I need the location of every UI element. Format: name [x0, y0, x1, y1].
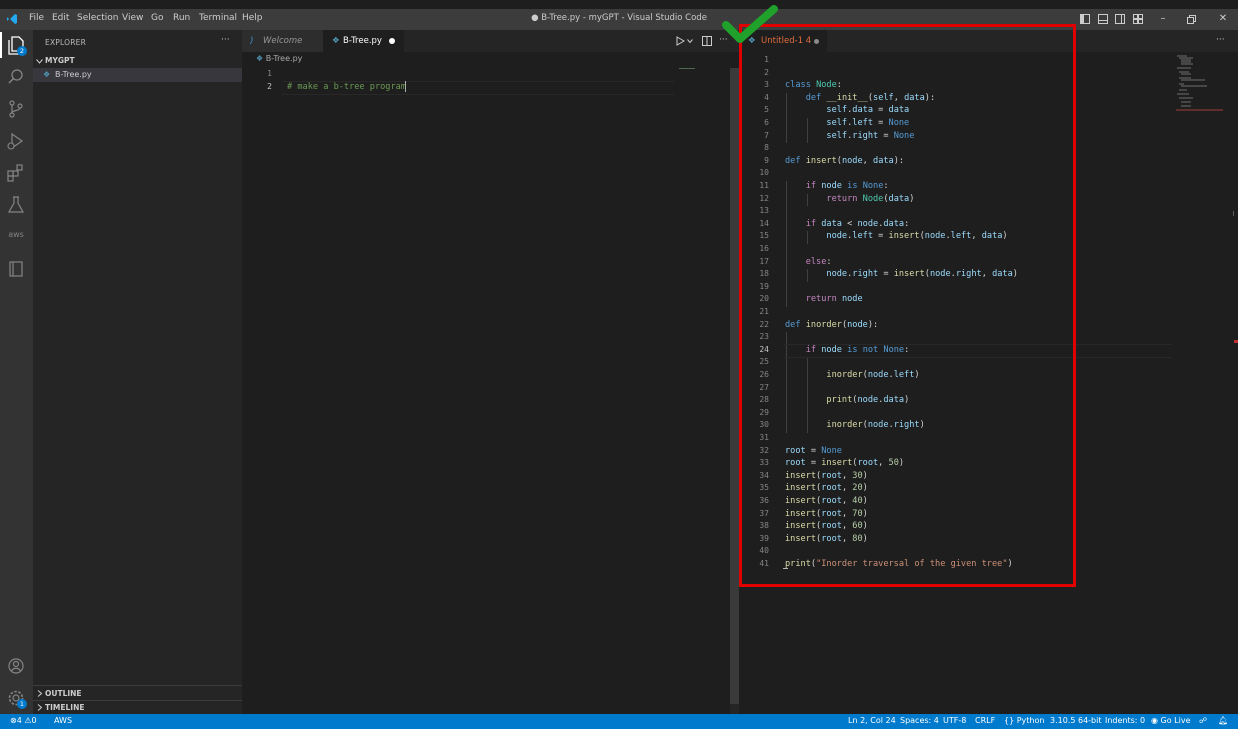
- python-interpreter[interactable]: 3.10.5 64-bit: [1050, 716, 1102, 725]
- scrollbar-marker: [1233, 211, 1234, 216]
- error-marker: [1234, 340, 1238, 343]
- divider: [33, 685, 242, 686]
- python-file-icon: ❖: [43, 70, 51, 79]
- tab-welcome[interactable]: ⟩ Welcome: [242, 30, 323, 52]
- tab-bar: ⟩ Welcome ❖ B-Tree.py ···: [242, 30, 739, 52]
- cursor-position[interactable]: Ln 2, Col 24: [848, 716, 896, 725]
- toggle-panel-icon[interactable]: [1098, 14, 1108, 24]
- minimize-icon[interactable]: –: [1156, 12, 1170, 26]
- file-label: B-Tree.py: [55, 70, 92, 79]
- restore-icon[interactable]: [1187, 15, 1196, 24]
- python-file-icon: ❖: [332, 36, 340, 46]
- tab-b-tree[interactable]: ❖ B-Tree.py: [323, 30, 404, 52]
- minimap[interactable]: [679, 68, 695, 69]
- chevron-right-icon: [37, 704, 43, 711]
- checkmark-icon: [722, 5, 778, 43]
- indentation[interactable]: Spaces: 4: [900, 716, 939, 725]
- file-b-tree[interactable]: ❖ B-Tree.py: [33, 68, 242, 82]
- problems-indicator[interactable]: ⊗4 ⚠0: [10, 716, 37, 725]
- line-ending[interactable]: CRLF: [975, 716, 995, 725]
- editor-more-button[interactable]: ···: [1216, 35, 1225, 45]
- search-icon[interactable]: [5, 66, 27, 88]
- breadcrumb-file: B-Tree.py: [265, 54, 303, 63]
- timeline-label: TIMELINE: [45, 703, 85, 712]
- active-indicator: [0, 32, 2, 58]
- customize-layout-icon[interactable]: [1133, 14, 1143, 24]
- scrollbar[interactable]: [730, 68, 739, 714]
- window-title: ● B-Tree.py - myGPT - Visual Studio Code: [531, 13, 707, 23]
- outline-label: OUTLINE: [45, 689, 82, 698]
- chevron-right-icon: [37, 690, 43, 697]
- python-file-icon: ❖: [256, 54, 264, 63]
- extensions-icon[interactable]: [5, 162, 27, 184]
- explorer-badge: 2: [17, 46, 27, 56]
- status-bar: ⊗4 ⚠0 AWS Ln 2, Col 24 Spaces: 4 UTF-8 C…: [0, 714, 1238, 729]
- line-number: 2: [267, 82, 272, 91]
- folder-mygpt[interactable]: MYGPT: [33, 54, 242, 68]
- account-icon[interactable]: [5, 655, 27, 677]
- timeline-section[interactable]: TIMELINE: [33, 701, 242, 714]
- language-mode[interactable]: {} Python: [1004, 716, 1044, 725]
- activity-bar: 2 aws 1: [0, 30, 33, 714]
- testing-icon[interactable]: [5, 194, 27, 216]
- explorer-sidebar: EXPLORER ··· MYGPT ❖ B-Tree.py OUTLINE T…: [33, 30, 242, 714]
- go-live-label: Go Live: [1160, 716, 1191, 725]
- encoding[interactable]: UTF-8: [943, 716, 966, 725]
- highlight-box: [739, 24, 1076, 587]
- vscode-icon: ⟩: [250, 36, 254, 46]
- chevron-down-icon[interactable]: [687, 39, 693, 44]
- minimap[interactable]: [1175, 52, 1225, 112]
- go-live-button[interactable]: ◉ Go Live: [1151, 716, 1191, 725]
- run-debug-icon[interactable]: [5, 130, 27, 152]
- sidebar-more-button[interactable]: ···: [221, 35, 230, 45]
- split-editor-icon[interactable]: [702, 36, 712, 46]
- toggle-sidebar-icon[interactable]: [1080, 14, 1090, 24]
- notebook-icon[interactable]: [5, 258, 27, 280]
- warning-count: 0: [31, 716, 37, 725]
- editor-group-left: ⟩ Welcome ❖ B-Tree.py ··· ❖ B-Tree.py 1 …: [242, 30, 739, 714]
- language-label: Python: [1016, 716, 1045, 725]
- settings-badge: 1: [17, 699, 27, 709]
- source-control-icon[interactable]: [5, 98, 27, 120]
- line-number: 1: [267, 69, 272, 78]
- code-line[interactable]: # make a b-tree program: [287, 82, 406, 92]
- sidebar-header: EXPLORER: [45, 38, 86, 47]
- feedback-icon[interactable]: ☍: [1199, 716, 1207, 725]
- warning-icon: ⚠: [24, 716, 32, 725]
- scrollbar[interactable]: [1229, 52, 1238, 714]
- tab-label: Welcome: [263, 36, 303, 46]
- toggle-secondary-sidebar-icon[interactable]: [1115, 14, 1125, 24]
- folder-label: MYGPT: [45, 56, 75, 65]
- aws-icon[interactable]: aws: [5, 230, 27, 239]
- text-cursor: [405, 81, 406, 92]
- error-icon: ⊗: [10, 716, 17, 725]
- notifications-bell-icon[interactable]: 🔔︎: [1218, 716, 1228, 725]
- close-window-icon[interactable]: ✕: [1216, 12, 1230, 26]
- run-file-icon[interactable]: [676, 36, 685, 46]
- broadcast-icon: ◉: [1151, 716, 1158, 725]
- breadcrumb[interactable]: ❖ B-Tree.py: [256, 54, 302, 63]
- error-count: 4: [16, 716, 22, 725]
- indents-status[interactable]: Indents: 0: [1105, 716, 1145, 725]
- scrollbar-thumb[interactable]: [730, 68, 739, 704]
- tab-label: B-Tree.py: [343, 36, 382, 46]
- aws-status[interactable]: AWS: [54, 716, 72, 725]
- outline-section[interactable]: OUTLINE: [33, 687, 242, 700]
- chevron-down-icon: [36, 59, 43, 64]
- unsaved-dot-icon[interactable]: [389, 38, 395, 44]
- braces-icon: {}: [1004, 716, 1015, 725]
